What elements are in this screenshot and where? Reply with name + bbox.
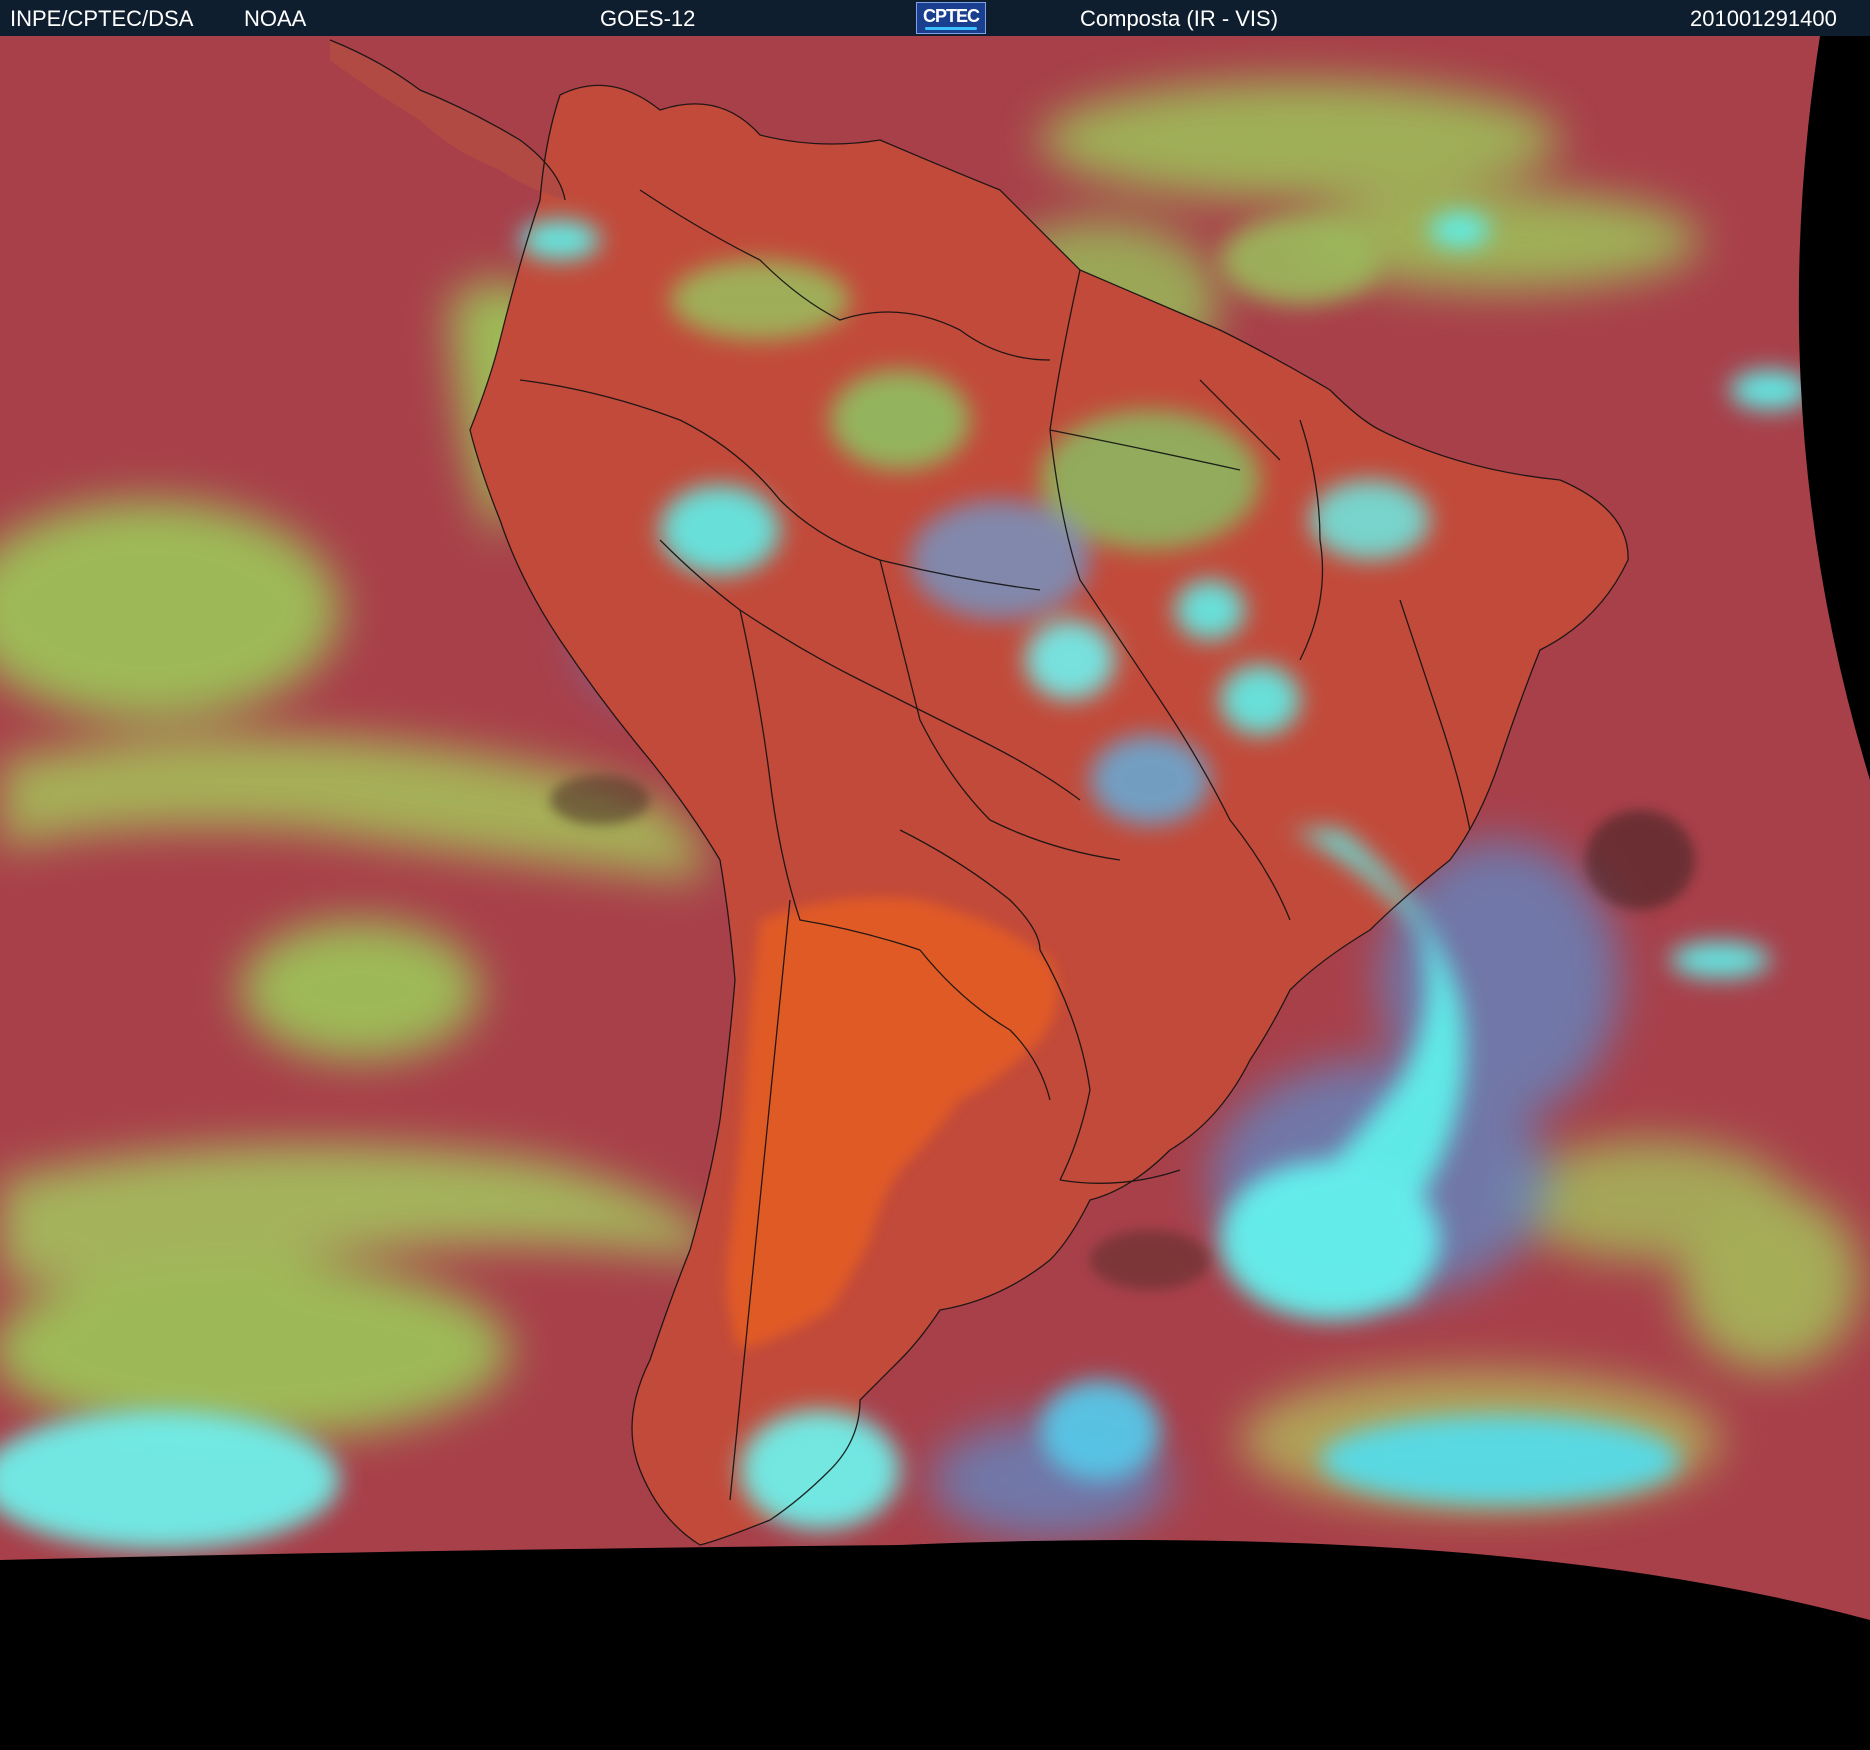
product-label: Composta (IR - VIS) [1080,6,1279,31]
satellite-label: GOES-12 [600,6,696,31]
satellite-image [0,36,1870,1750]
timestamp-label: 201001291400 [1690,6,1837,31]
cptec-logo: CPTEC [916,2,986,34]
image-header: INPE/CPTEC/DSA NOAA GOES-12 CPTEC Compos… [0,0,1870,36]
earth-disk [0,36,1870,1620]
agency-label: INPE/CPTEC/DSA [10,6,194,31]
provider-label: NOAA [244,6,307,31]
